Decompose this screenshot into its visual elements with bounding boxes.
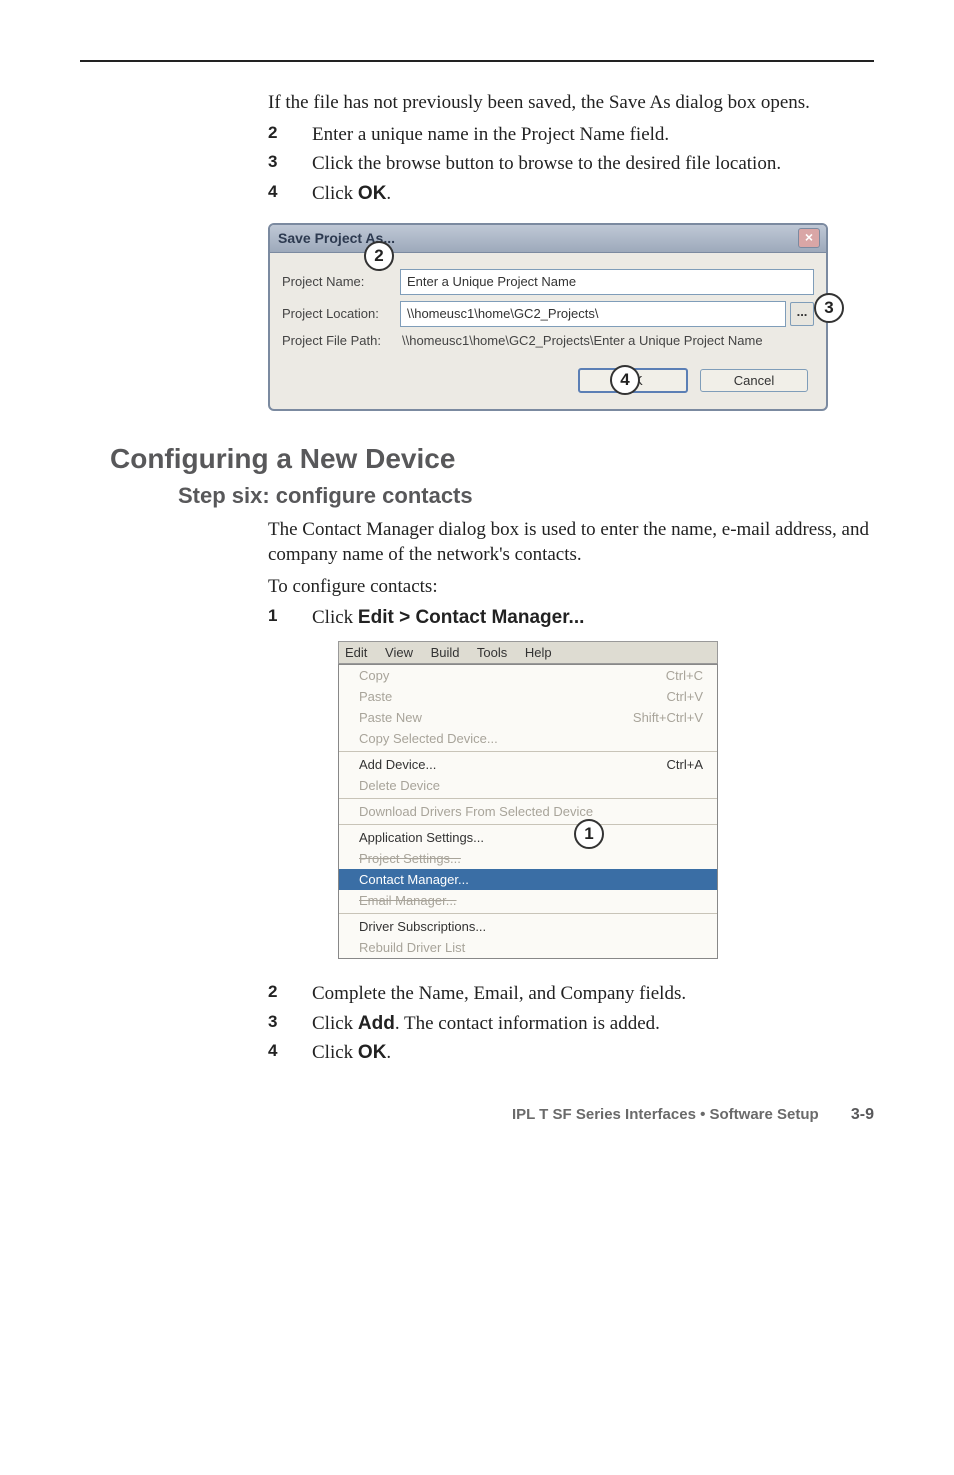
post-step-4-ok: OK [358, 1042, 387, 1063]
mi-copy-selected: Copy Selected Device... [339, 728, 717, 749]
intro-step-num-2: 2 [268, 122, 312, 148]
intro-step-4: Click OK. [312, 181, 874, 207]
post-step-num-3: 3 [268, 1011, 312, 1037]
browse-button[interactable]: ... [790, 302, 814, 326]
callout-1: 1 [574, 819, 604, 849]
mi-paste: PasteCtrl+V [339, 686, 717, 707]
project-location-label: Project Location: [282, 306, 400, 321]
intro-step-num-4: 4 [268, 181, 312, 207]
config-step-1: Click Edit > Contact Manager... [312, 605, 874, 631]
page-footer: IPL T SF Series Interfaces • Software Se… [80, 1106, 874, 1124]
menu-tools[interactable]: Tools [477, 645, 507, 660]
mi-paste-new: Paste NewShift+Ctrl+V [339, 707, 717, 728]
intro-step-4-pre: Click [312, 183, 358, 204]
post-step-num-2: 2 [268, 981, 312, 1007]
callout-4: 4 [610, 365, 640, 395]
section-para-2: To configure contacts: [268, 574, 874, 600]
edit-dropdown: CopyCtrl+C PasteCtrl+V Paste NewShift+Ct… [338, 664, 718, 959]
cancel-button[interactable]: Cancel [700, 369, 808, 392]
post-step-3-tail: . The contact information is added. [395, 1013, 660, 1034]
post-step-4: Click OK. [312, 1040, 874, 1066]
post-step-4-dot: . [386, 1042, 391, 1063]
mi-project-settings: Project Settings... [339, 848, 717, 869]
intro-step-num-3: 3 [268, 151, 312, 177]
menu-build[interactable]: Build [431, 645, 460, 660]
intro-step-4-ok: OK [358, 183, 387, 204]
callout-3: 3 [814, 293, 844, 323]
mi-contact-manager[interactable]: Contact Manager... [339, 869, 717, 890]
menu-edit[interactable]: Edit [345, 645, 367, 660]
post-step-num-4: 4 [268, 1040, 312, 1066]
project-path-label: Project File Path: [282, 333, 400, 348]
config-step-1-pre: Click [312, 607, 358, 628]
edit-menu-figure: Edit View Build Tools Help CopyCtrl+C Pa… [338, 641, 718, 959]
intro-paragraph: If the file has not previously been save… [268, 90, 874, 116]
mi-driver-subscriptions[interactable]: Driver Subscriptions... [339, 916, 717, 937]
subsection-heading: Step six: configure contacts [178, 483, 874, 509]
post-step-2: Complete the Name, Email, and Company fi… [312, 981, 874, 1007]
mi-download-drivers: Download Drivers From Selected Device [339, 801, 717, 822]
mi-email-manager: Email Manager... [339, 890, 717, 911]
post-step-3-add: Add [358, 1013, 395, 1034]
mi-rebuild-driver-list: Rebuild Driver List [339, 937, 717, 958]
post-step-3: Click Add. The contact information is ad… [312, 1011, 874, 1037]
intro-step-3: Click the browse button to browse to the… [312, 151, 874, 177]
config-step-1-bold: Edit > Contact Manager... [358, 607, 584, 628]
footer-text: IPL T SF Series Interfaces • Software Se… [512, 1106, 819, 1123]
post-step-4-pre: Click [312, 1042, 358, 1063]
section-heading: Configuring a New Device [110, 443, 874, 475]
mi-application-settings[interactable]: Application Settings... [339, 827, 717, 848]
save-project-dialog-figure: Save Project As... × Project Name: Enter… [268, 223, 828, 411]
callout-2: 2 [364, 241, 394, 271]
mi-copy: CopyCtrl+C [339, 665, 717, 686]
mi-delete-device: Delete Device [339, 775, 717, 796]
post-step-3-pre: Click [312, 1013, 358, 1034]
intro-step-4-dot: . [386, 183, 391, 204]
config-step-num-1: 1 [268, 605, 312, 631]
project-path-value: \\homeusc1\home\GC2_Projects\Enter a Uni… [400, 333, 814, 348]
menu-bar: Edit View Build Tools Help [338, 641, 718, 664]
section-para-1: The Contact Manager dialog box is used t… [268, 517, 874, 568]
save-project-dialog: Save Project As... × Project Name: Enter… [268, 223, 828, 411]
dialog-titlebar: Save Project As... × [270, 225, 826, 253]
menu-view[interactable]: View [385, 645, 413, 660]
project-name-label: Project Name: [282, 274, 400, 289]
menu-help[interactable]: Help [525, 645, 552, 660]
project-name-input[interactable]: Enter a Unique Project Name [400, 269, 814, 295]
project-location-input[interactable]: \\homeusc1\home\GC2_Projects\ [400, 301, 786, 327]
footer-page-number: 3-9 [851, 1106, 874, 1123]
intro-step-2: Enter a unique name in the Project Name … [312, 122, 874, 148]
mi-add-device[interactable]: Add Device...Ctrl+A [339, 754, 717, 775]
close-icon[interactable]: × [798, 228, 820, 248]
